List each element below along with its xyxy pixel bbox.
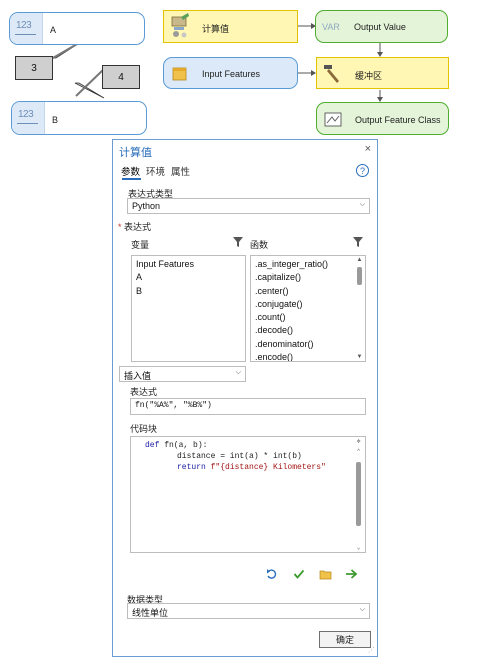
chevron-down-icon: ⌵ (359, 606, 365, 613)
calculate-value-dialog: 计算值 × 参数 环境 属性 ? 表达式类型 Python ⌵ * 表达式 变量… (112, 139, 378, 657)
tab-environments[interactable]: 环境 (146, 164, 165, 178)
list-item[interactable]: .encode() (251, 351, 365, 361)
code-line-3: return f"{distance} Kilometers" (177, 463, 326, 472)
calculator-tool-icon (164, 11, 196, 42)
scroll-down-icon[interactable]: ▼ (355, 354, 364, 360)
split-grip-icon[interactable]: ≑ (354, 438, 363, 445)
close-icon[interactable]: × (365, 143, 371, 155)
functions-filter-icon[interactable] (353, 237, 363, 247)
list-item[interactable]: .as_integer_ratio() (251, 258, 365, 271)
calculate-value-tool-node[interactable]: 计算值 (163, 10, 298, 43)
input-features-node[interactable]: Input Features (163, 57, 298, 89)
variable-a-value-callout: 3 (15, 56, 53, 80)
list-item[interactable]: .conjugate() (251, 298, 365, 311)
variable-a-node[interactable]: 123 A (9, 12, 145, 45)
code-scrollbar[interactable]: ≑ ⌃ ⌄ (354, 438, 364, 551)
variables-list[interactable]: Input Features A B (131, 255, 246, 362)
chevron-down-icon: ⌵ (359, 201, 365, 208)
buffer-tool-node[interactable]: 缓冲区 (316, 57, 449, 89)
scroll-up-icon[interactable]: ▲ (355, 257, 364, 263)
number-icon: 123 (10, 13, 43, 44)
code-line-1: def fn(a, b): (145, 441, 208, 450)
functions-label: 函数 (250, 240, 269, 250)
expression-type-select[interactable]: Python ⌵ (127, 198, 370, 214)
variables-label: 变量 (131, 240, 150, 250)
output-value-node[interactable]: VAR Output Value (315, 10, 448, 43)
ok-button[interactable]: 确定 (319, 631, 371, 648)
scroll-up-icon[interactable]: ⌃ (354, 448, 363, 455)
scroll-thumb[interactable] (357, 267, 362, 285)
undo-icon[interactable] (266, 568, 278, 580)
scroll-thumb[interactable] (356, 462, 361, 526)
output-feature-class-label: Output Feature Class (355, 115, 441, 125)
insert-value-select[interactable]: 插入值 ⌵ (119, 366, 246, 382)
resize-grip-icon[interactable]: ⋰ (368, 646, 375, 654)
list-item[interactable]: B (132, 285, 245, 298)
calculate-value-label: 计算值 (202, 24, 230, 34)
var-icon: VAR (322, 22, 340, 32)
list-item[interactable]: .decode() (251, 324, 365, 337)
functions-list[interactable]: .as_integer_ratio() .capitalize() .cente… (250, 255, 366, 362)
list-item[interactable]: .capitalize() (251, 271, 365, 284)
expression-section-label: * 表达式 (118, 222, 152, 232)
scroll-down-icon[interactable]: ⌄ (354, 544, 363, 551)
output-feature-class-node[interactable]: Output Feature Class (316, 102, 449, 135)
feature-class-icon (172, 67, 187, 81)
list-item[interactable]: .denominator() (251, 338, 365, 351)
variable-b-value-callout: 4 (102, 65, 140, 89)
variable-b-node[interactable]: 123 B (11, 101, 147, 135)
functions-scrollbar[interactable]: ▲ ▼ (355, 257, 364, 360)
buffer-label: 缓冲区 (355, 71, 383, 81)
verify-checkmark-icon[interactable] (293, 568, 305, 580)
open-folder-icon[interactable] (319, 568, 332, 580)
variable-b-label: B (52, 115, 59, 125)
help-icon[interactable]: ? (356, 164, 369, 177)
code-block-label: 代码块 (130, 424, 158, 434)
variable-a-label: A (50, 25, 57, 35)
export-arrow-icon[interactable] (345, 568, 358, 580)
tab-properties[interactable]: 属性 (171, 164, 190, 178)
list-item[interactable]: Input Features (132, 258, 245, 271)
active-tab-indicator (122, 178, 141, 180)
hammer-icon (317, 58, 349, 88)
code-line-2: distance = int(a) * int(b) (177, 452, 302, 461)
list-item[interactable]: .center() (251, 285, 365, 298)
list-item[interactable]: A (132, 271, 245, 284)
variables-filter-icon[interactable] (233, 237, 243, 247)
dialog-title: 计算值 (119, 147, 152, 159)
code-block-editor[interactable]: def fn(a, b): distance = int(a) * int(b)… (130, 436, 366, 553)
input-features-label: Input Features (202, 69, 261, 79)
number-icon: 123 (12, 102, 45, 134)
expression-input[interactable]: fn("%A%", "%B%") (130, 398, 366, 415)
list-item[interactable]: .count() (251, 311, 365, 324)
tab-parameters[interactable]: 参数 (121, 164, 140, 178)
feature-class-output-icon (324, 112, 342, 127)
output-value-label: Output Value (354, 22, 406, 32)
required-mark: * (118, 222, 122, 232)
chevron-down-icon: ⌵ (235, 369, 241, 376)
expression-label: 表达式 (130, 387, 158, 397)
data-type-select[interactable]: 线性单位 ⌵ (127, 603, 370, 619)
